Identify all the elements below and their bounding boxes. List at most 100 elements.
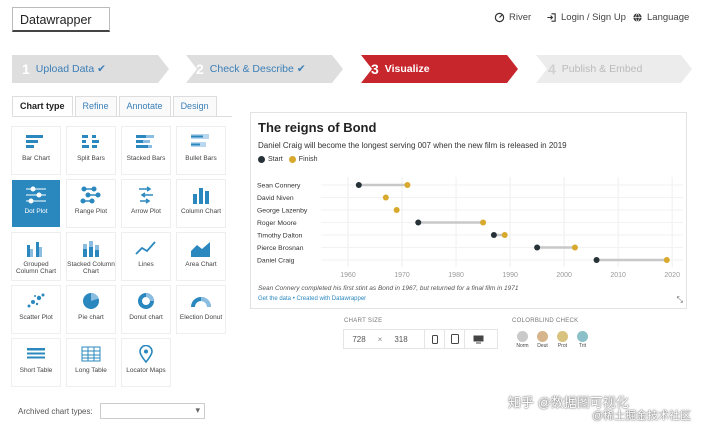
chart-type-arrow-plot[interactable]: Arrow Plot	[122, 180, 170, 227]
device-tablet-button[interactable]	[444, 329, 464, 349]
chart-title: The reigns of Bond	[258, 120, 377, 135]
check-icon: ✔	[97, 63, 106, 75]
tab-design[interactable]: Design	[172, 96, 217, 116]
device-desktop-button[interactable]	[464, 329, 491, 349]
chart-type-range-plot[interactable]: Range Plot	[67, 180, 115, 227]
start-dot	[355, 182, 362, 188]
x-tick-label: 2020	[664, 272, 680, 279]
chart-type-scatter-plot[interactable]: Scatter Plot	[12, 286, 60, 333]
x-tick-label: 1970	[394, 272, 410, 279]
chart-type-column-chart[interactable]: Column Chart	[177, 180, 225, 227]
tab-chart-type[interactable]: Chart type	[12, 96, 73, 116]
chart-type-label: Scatter Plot	[19, 314, 53, 321]
finish-dot	[480, 219, 487, 226]
step-4-number: 4	[548, 61, 556, 77]
step-3-number: 3	[371, 61, 379, 77]
chart-type-label: Long Table	[75, 367, 107, 374]
watermark-juejin: @稀土掘金技术社区	[592, 410, 692, 422]
chart-preview: The reigns of Bond Daniel Craig will bec…	[250, 112, 687, 309]
chart-type-bullet-bars[interactable]: Bullet Bars	[177, 127, 225, 174]
chart-description: Daniel Craig will become the longest ser…	[258, 141, 567, 150]
step-publish-embed[interactable]: 4 Publish & Embed	[536, 55, 692, 83]
grouped-column-icon	[27, 242, 42, 257]
colorblind-deut[interactable]: Deut	[534, 331, 551, 349]
colorblind-prot[interactable]: Prot	[554, 331, 571, 349]
chart-type-label: Range Plot	[74, 208, 108, 215]
start-dot	[534, 244, 541, 251]
chart-type-split-bars[interactable]: Split Bars	[67, 127, 115, 174]
map-pin-icon	[139, 345, 153, 363]
chart-type-long-table[interactable]: Long Table	[67, 339, 115, 386]
chart-width-input[interactable]: 728	[344, 335, 374, 344]
chart-type-label: Donut chart	[129, 314, 163, 321]
step-4-label: Publish & Embed	[561, 63, 643, 75]
chart-type-grouped-column-chart[interactable]: Grouped Column Chart	[12, 233, 60, 280]
row-label: Roger Moore	[257, 220, 297, 227]
editor-tabs: Chart type Refine Annotate Design	[12, 96, 219, 116]
chart-type-label: Arrow Plot	[131, 208, 161, 215]
chart-type-label: Dot Plot	[24, 208, 48, 215]
chart-type-pie-chart[interactable]: Pie chart	[67, 286, 115, 333]
pie-chart-icon	[83, 293, 99, 309]
colorblind-prot-label: Prot	[557, 343, 568, 349]
chart-type-dot-plot[interactable]: Dot Plot	[12, 180, 60, 227]
device-phone-button[interactable]	[424, 329, 444, 349]
resize-handle-icon[interactable]: ⤡	[677, 295, 683, 305]
chart-type-label: Bar Chart	[22, 155, 50, 162]
stacked-bars-icon	[136, 135, 154, 148]
start-dot	[415, 219, 422, 226]
colorblind-norm[interactable]: Norm	[514, 331, 531, 349]
row-label: Daniel Craig	[257, 258, 295, 265]
row-label: David Niven	[257, 195, 294, 202]
tab-refine[interactable]: Refine	[74, 96, 117, 116]
colorblind-deut-label: Deut	[537, 343, 548, 349]
nav-login[interactable]: Login / Sign Up	[546, 12, 626, 23]
long-table-icon	[81, 346, 101, 362]
chart-type-donut-chart[interactable]: Donut chart	[122, 286, 170, 333]
nav-river-label: River	[509, 12, 532, 23]
app-logo[interactable]: Datawrapper	[12, 7, 110, 32]
chart-height-input[interactable]: 318	[386, 335, 416, 344]
tab-annotate[interactable]: Annotate	[118, 96, 171, 116]
x-tick-label: 1990	[502, 272, 518, 279]
nav-language[interactable]: Language	[632, 12, 689, 23]
start-dot	[593, 257, 600, 263]
colorblind-norm-label: Norm	[516, 343, 529, 349]
chart-type-label: Short Table	[19, 367, 53, 374]
chart-type-lines[interactable]: Lines	[122, 233, 170, 280]
archived-chart-types-select[interactable]	[100, 403, 205, 419]
colorblind-prot-swatch	[557, 331, 568, 342]
x-tick-label: 2010	[610, 272, 626, 279]
chart-source[interactable]: Get the data • Created with Datawrapper	[258, 296, 366, 302]
chart-type-stacked-bars[interactable]: Stacked Bars	[122, 127, 170, 174]
colorblind-trit-label: Trit	[578, 343, 587, 349]
chart-type-label: Election Donut	[179, 314, 223, 321]
range-plot-icon	[80, 186, 101, 204]
chart-type-label: Stacked Column Chart	[67, 261, 115, 276]
step-upload-data[interactable]: 1 Upload Data ✔	[12, 55, 169, 83]
step-3-label: Visualize	[384, 63, 430, 75]
step-check-describe[interactable]: 2 Check & Describe ✔	[186, 55, 343, 83]
colorblind-trit[interactable]: Trit	[574, 331, 591, 349]
tablet-icon	[450, 334, 459, 344]
chart-type-election-donut[interactable]: Election Donut	[177, 286, 225, 333]
nav-river[interactable]: River	[494, 12, 531, 23]
legend-start-swatch	[258, 156, 265, 163]
step-visualize[interactable]: 3 Visualize	[361, 55, 518, 83]
finish-dot	[501, 232, 508, 238]
chart-type-bar-chart[interactable]: Bar Chart	[12, 127, 60, 174]
chart-type-short-table[interactable]: Short Table	[12, 339, 60, 386]
chart-type-locator-maps[interactable]: Locator Maps	[122, 339, 170, 386]
chart-notes: Sean Connery completed his first stint a…	[258, 285, 519, 292]
colorblind-check-label: COLORBLIND CHECK	[512, 318, 579, 324]
step-1-number: 1	[22, 61, 30, 77]
chart-type-area-chart[interactable]: Area Chart	[177, 233, 225, 280]
chart-type-label: Split Bars	[77, 155, 105, 162]
globe-icon	[633, 13, 642, 23]
chart-type-label: Grouped Column Chart	[15, 261, 57, 276]
finish-dot	[571, 244, 578, 251]
chart-type-stacked-column-chart[interactable]: Stacked Column Chart	[67, 233, 115, 280]
lines-icon	[135, 241, 156, 255]
tab-divider	[12, 116, 232, 117]
finish-dot	[404, 182, 411, 188]
